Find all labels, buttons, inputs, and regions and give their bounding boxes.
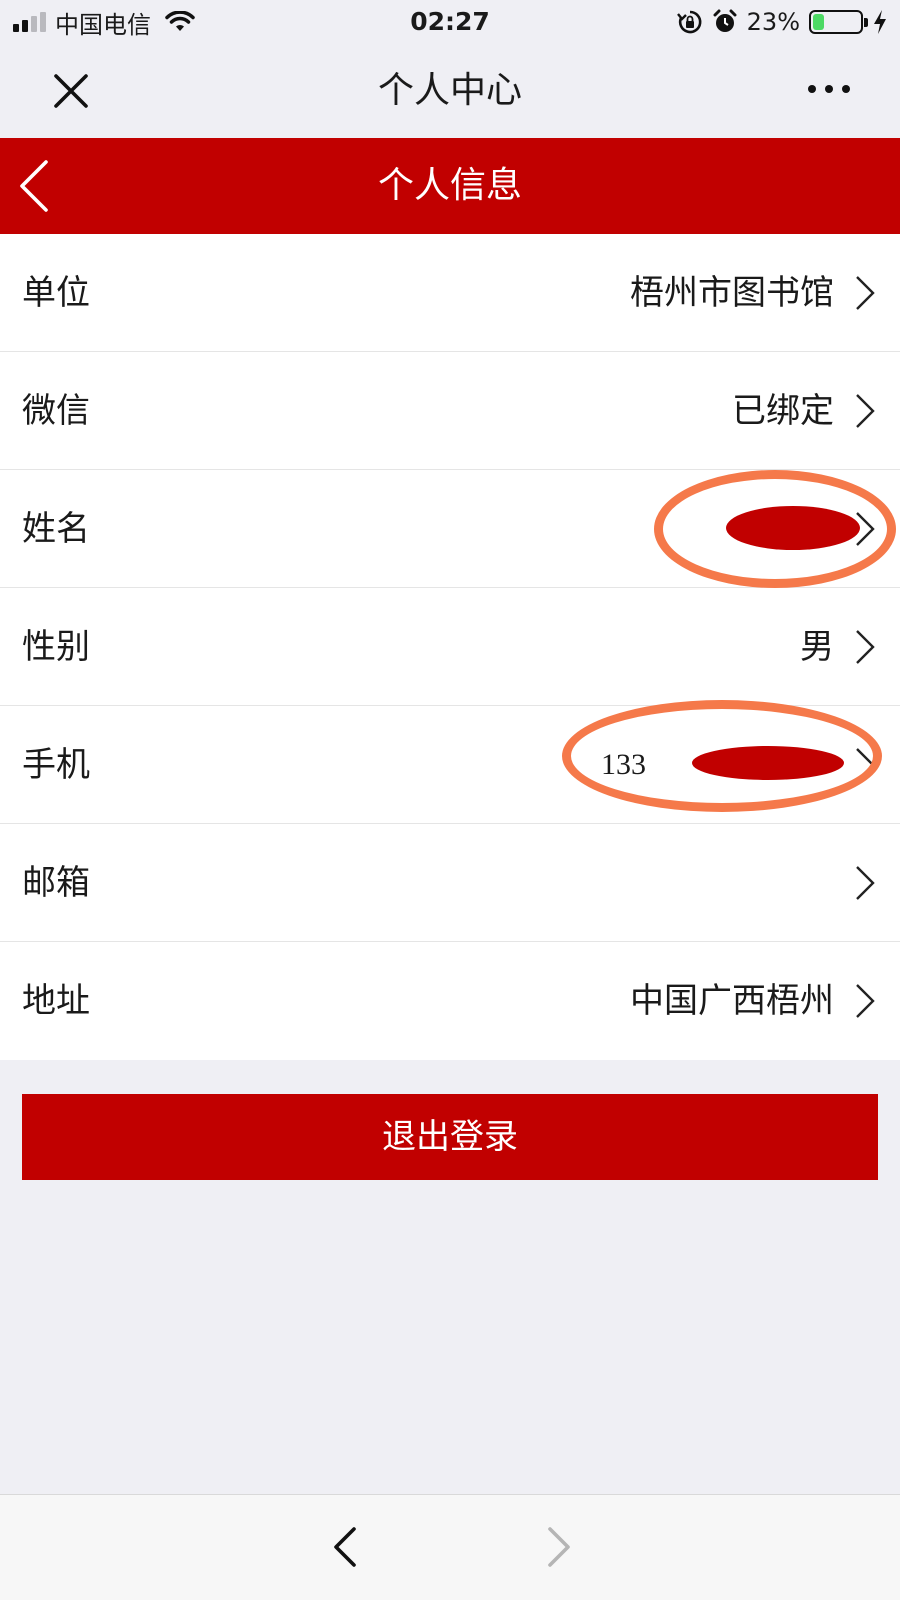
annotation-ring bbox=[654, 470, 896, 588]
row-label: 地址 bbox=[22, 981, 90, 1021]
more-icon[interactable] bbox=[804, 74, 854, 104]
close-icon[interactable] bbox=[48, 68, 94, 114]
info-list: 单位 梧州市图书馆 微信 已绑定 姓名 性别 男 133 手机 邮箱 地址 中国… bbox=[0, 234, 900, 1060]
chevron-left-icon[interactable] bbox=[16, 158, 56, 214]
battery-percent: 23% bbox=[746, 8, 800, 36]
chevron-right-icon bbox=[856, 984, 875, 1018]
charging-icon bbox=[874, 10, 886, 34]
row-label: 微信 bbox=[22, 391, 90, 431]
row-value: 中国广西梧州 bbox=[630, 981, 834, 1021]
row-value: 梧州市图书馆 bbox=[630, 273, 834, 313]
nav-bar: 个人中心 bbox=[0, 44, 900, 138]
row-label: 单位 bbox=[22, 273, 90, 313]
chevron-left-icon[interactable] bbox=[330, 1525, 360, 1569]
info-row-email[interactable]: 邮箱 bbox=[0, 824, 900, 942]
info-row-wechat[interactable]: 微信 已绑定 bbox=[0, 352, 900, 470]
battery-level bbox=[813, 14, 824, 30]
page-title: 个人信息 bbox=[377, 165, 522, 206]
chevron-right-icon bbox=[856, 276, 875, 310]
alarm-icon bbox=[713, 9, 737, 32]
info-row-gender[interactable]: 性别 男 bbox=[0, 588, 900, 706]
row-label: 手机 bbox=[22, 745, 90, 785]
chevron-right-icon[interactable] bbox=[544, 1525, 574, 1569]
status-bar: 中国电信 02:27 23% bbox=[0, 0, 900, 44]
chevron-right-icon bbox=[856, 866, 875, 900]
chevron-right-icon bbox=[856, 394, 875, 428]
row-label: 姓名 bbox=[22, 509, 90, 549]
row-value: 男 bbox=[800, 627, 834, 667]
battery-icon bbox=[809, 10, 868, 34]
annotation-ring bbox=[562, 700, 882, 812]
row-label: 性别 bbox=[22, 627, 90, 667]
rotation-lock-icon bbox=[676, 10, 702, 34]
info-row-unit[interactable]: 单位 梧州市图书馆 bbox=[0, 234, 900, 352]
logout-button[interactable]: 退出登录 bbox=[22, 1094, 878, 1180]
nav-title: 个人中心 bbox=[377, 70, 522, 111]
info-row-name[interactable]: 姓名 bbox=[0, 470, 900, 588]
info-row-phone[interactable]: 133 手机 bbox=[0, 700, 900, 824]
row-label: 邮箱 bbox=[22, 863, 90, 903]
page-header: 个人信息 bbox=[0, 138, 900, 234]
bottom-toolbar bbox=[0, 1494, 900, 1600]
status-right: 23% bbox=[668, 7, 888, 37]
row-value: 已绑定 bbox=[732, 391, 834, 431]
info-row-address[interactable]: 地址 中国广西梧州 bbox=[0, 942, 900, 1060]
chevron-right-icon bbox=[856, 630, 875, 664]
